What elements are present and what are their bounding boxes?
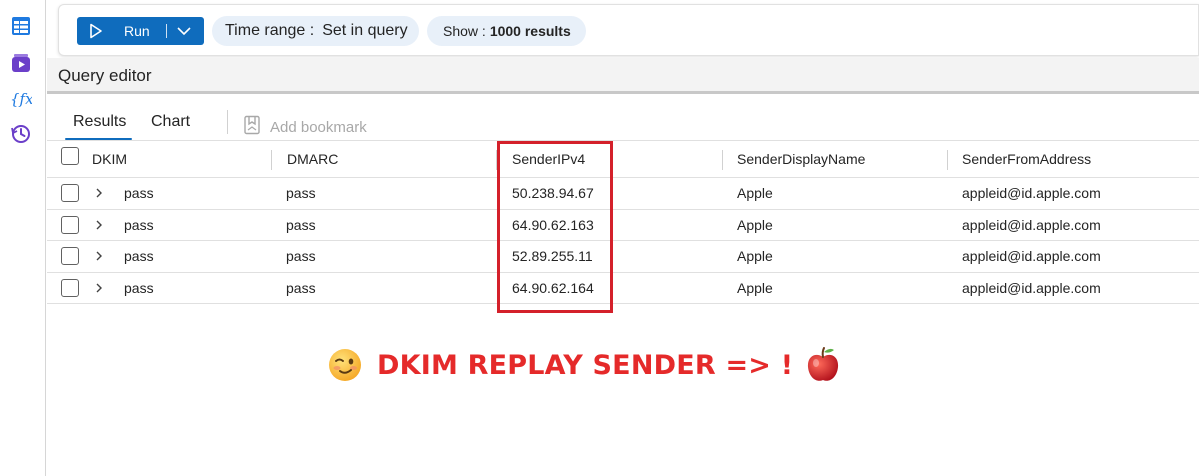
query-editor-title: Query editor [58,66,152,85]
table-row[interactable]: pass pass 64.90.62.164 Apple appleid@id.… [47,273,1199,304]
column-header-dmarc[interactable]: DMARC [287,141,338,177]
row-checkbox[interactable] [61,247,79,265]
table-row[interactable]: pass pass 52.89.255.11 Apple appleid@id.… [47,241,1199,273]
cell-senderdisplayname: Apple [737,185,773,202]
run-button[interactable]: Run [77,17,204,45]
play-icon [89,23,103,42]
select-all-checkbox[interactable] [61,147,79,165]
annotation-text: DKIM REPLAY SENDER => ! [377,349,794,381]
tab-divider [227,110,228,134]
results-table: DKIM DMARC SenderIPv4 SenderDisplayName … [47,140,1199,304]
column-divider[interactable] [947,150,948,170]
annotation: DKIM REPLAY SENDER => ! [327,346,841,384]
tab-chart[interactable]: Chart [151,113,190,131]
media-icon[interactable] [10,52,32,74]
query-toolbar: Run Time range : Set in query Show : 100… [58,4,1199,56]
row-checkbox[interactable] [61,215,79,234]
cell-dkim: pass [124,216,154,233]
cell-dkim: pass [124,185,154,202]
add-bookmark-label: Add bookmark [270,118,367,136]
cell-dkim: pass [124,248,154,265]
history-icon[interactable] [10,123,32,145]
show-results-pill[interactable]: Show : 1000 results [427,16,586,46]
cell-dmarc: pass [286,216,316,233]
add-bookmark-button[interactable]: Add bookmark [243,115,367,139]
cell-senderfromaddress: appleid@id.apple.com [962,248,1101,265]
time-range-value: Set in query [322,22,408,39]
winking-face-emoji [327,347,363,383]
column-header-senderdisplayname[interactable]: SenderDisplayName [737,141,865,177]
table-header-row: DKIM DMARC SenderIPv4 SenderDisplayName … [47,140,1199,178]
cell-senderfromaddress: appleid@id.apple.com [962,216,1101,233]
time-range-label: Time range : [225,22,315,39]
column-header-dkim[interactable]: DKIM [92,141,127,177]
cell-senderdisplayname: Apple [737,248,773,265]
chevron-right-icon[interactable] [94,273,104,304]
table-row[interactable]: pass pass 64.90.62.163 Apple appleid@id.… [47,210,1199,241]
table-icon[interactable] [10,15,32,37]
chevron-down-icon[interactable] [176,24,192,41]
cell-senderdisplayname: Apple [737,279,773,296]
cell-senderfromaddress: appleid@id.apple.com [962,185,1101,202]
chevron-right-icon[interactable] [94,210,104,241]
chevron-right-icon[interactable] [94,178,104,209]
row-checkbox[interactable] [61,278,79,297]
cell-dmarc: pass [286,279,316,296]
cell-senderfromaddress: appleid@id.apple.com [962,279,1101,296]
run-label: Run [124,23,150,39]
time-range-pill[interactable]: Time range : Set in query [212,16,419,46]
column-divider[interactable] [722,150,723,170]
cell-senderdisplayname: Apple [737,216,773,233]
apple-emoji [805,346,841,384]
function-icon[interactable]: {fx} [10,87,32,109]
chevron-right-icon[interactable] [94,241,104,272]
cell-dkim: pass [124,279,154,296]
column-divider[interactable] [271,150,272,170]
cell-dmarc: pass [286,248,316,265]
bookmark-icon [243,115,270,139]
svg-text:{fx}: {fx} [10,90,32,108]
cell-dmarc: pass [286,185,316,202]
query-editor-bar[interactable]: Query editor [47,58,1199,94]
senderipv4-highlight-box [497,141,613,313]
run-divider [166,24,167,38]
row-checkbox[interactable] [61,184,79,202]
table-row[interactable]: pass pass 50.238.94.67 Apple appleid@id.… [47,178,1199,210]
tab-results[interactable]: Results [73,113,126,131]
show-label: Show : [443,23,486,39]
show-value: 1000 results [489,23,571,39]
column-header-senderfromaddress[interactable]: SenderFromAddress [962,141,1091,177]
left-rail: {fx} [0,0,46,476]
